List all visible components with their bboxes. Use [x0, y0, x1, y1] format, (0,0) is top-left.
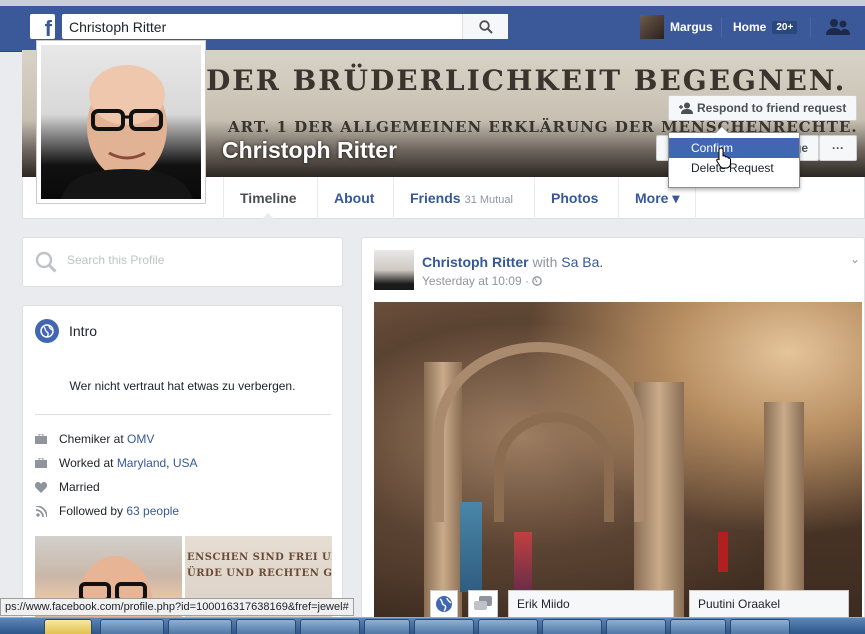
avatar: [640, 15, 664, 39]
worked-separator: ,: [166, 456, 173, 470]
taskbar-item[interactable]: [100, 619, 164, 634]
taskbar-item[interactable]: [542, 619, 602, 634]
tab-label: More ▾: [635, 190, 680, 206]
followers-text: Followed by: [59, 504, 127, 518]
tab-timeline[interactable]: Timeline: [223, 177, 313, 219]
intro-header: Intro: [35, 319, 97, 343]
taskbar-item[interactable]: [44, 619, 92, 634]
profile-name[interactable]: Christoph Ritter: [222, 137, 397, 164]
confirm-request-item[interactable]: Confirm: [669, 138, 799, 158]
intro-bio: Wer nicht vertraut hat etwas zu verberge…: [69, 379, 296, 393]
home-notification-badge: 20+: [772, 20, 798, 34]
briefcase-icon: [35, 433, 47, 445]
post-header: Christoph Ritter with Sa Ba.: [422, 254, 603, 270]
nav-profile-link[interactable]: Margus: [640, 15, 713, 39]
post-with-text: with: [528, 254, 562, 270]
friend-requests-icon[interactable]: [826, 18, 850, 39]
photo-detail: [494, 412, 614, 522]
globe-icon: [35, 319, 59, 343]
chat-icon: [474, 596, 492, 610]
facebook-logo[interactable]: f: [30, 14, 55, 39]
worked-link-maryland[interactable]: Maryland: [117, 456, 166, 470]
tab-label: Friends: [410, 190, 461, 206]
chat-messages-button[interactable]: [468, 590, 498, 618]
friend-request-dropdown: Confirm Delete Request: [668, 126, 800, 188]
mutual-friends-count: 31 Mutual: [464, 194, 513, 206]
taskbar-item[interactable]: [236, 619, 296, 634]
browser-status-url: ps://www.facebook.com/profile.php?id=100…: [0, 598, 354, 616]
tab-label: Timeline: [240, 190, 297, 206]
photo-text-line: ENSCHEN SIND FREI UND: [187, 552, 332, 563]
respond-label: Respond to friend request: [697, 101, 847, 115]
chat-tab-erik[interactable]: Erik Miido: [508, 590, 674, 618]
post-timestamp[interactable]: Yesterday at 10:09 ·: [422, 274, 543, 288]
post-author-link[interactable]: Christoph Ritter: [422, 254, 529, 270]
chat-bar: Erik Miido Puutini Oraakel: [430, 590, 865, 618]
avatar[interactable]: [374, 250, 414, 290]
cover-text-line1: DER BRÜDERLICHKEIT BEGEGNEN.: [206, 64, 847, 97]
taskbar-item[interactable]: [478, 619, 538, 634]
search-button[interactable]: [462, 14, 508, 39]
divider: [35, 414, 331, 415]
profile-picture[interactable]: [36, 40, 206, 204]
post-time-text: Yesterday at 10:09 ·: [422, 274, 533, 288]
intro-worked-row: Worked at Maryland , USA: [35, 456, 198, 470]
photo-detail: [718, 532, 728, 572]
followers-link[interactable]: 63 people: [126, 504, 179, 518]
taskbar-item[interactable]: [168, 619, 232, 634]
global-search-input[interactable]: [62, 14, 452, 39]
public-globe-icon: [532, 276, 543, 286]
globe-icon: [436, 596, 452, 612]
hand-cursor-icon: [716, 147, 731, 169]
worked-text: Worked at: [59, 456, 117, 470]
work-text: Chemiker at: [59, 432, 128, 446]
intro-work-row: Chemiker at OMV: [35, 432, 154, 446]
taskbar-item[interactable]: [414, 619, 474, 634]
more-options-button[interactable]: ···: [819, 135, 857, 161]
intro-title: Intro: [69, 323, 98, 339]
intro-relationship-row: Married: [35, 480, 100, 494]
relationship-text: Married: [59, 480, 100, 494]
nav-user-name: Margus: [670, 20, 713, 34]
add-friend-icon: [679, 102, 693, 114]
search-icon: [478, 19, 493, 34]
rss-icon: [35, 505, 47, 517]
profile-search-box: [22, 237, 343, 287]
tagged-user-link[interactable]: Sa Ba.: [561, 254, 603, 270]
chevron-down-icon[interactable]: ⌄: [850, 252, 860, 266]
profile-search-input[interactable]: [67, 253, 327, 267]
windows-taskbar: [0, 617, 865, 634]
tab-label: Photos: [551, 190, 599, 206]
heart-icon: [35, 481, 47, 493]
tab-friends[interactable]: Friends 31 Mutual: [393, 177, 529, 219]
chat-tab-puutini[interactable]: Puutini Oraakel: [689, 590, 849, 618]
briefcase-icon: [35, 457, 47, 469]
taskbar-item[interactable]: [670, 619, 726, 634]
nav-divider: [810, 17, 811, 37]
work-link[interactable]: OMV: [127, 432, 154, 446]
taskbar-item[interactable]: [300, 619, 360, 634]
post-photo[interactable]: [374, 302, 862, 634]
search-icon: [35, 251, 57, 273]
chat-globe-button[interactable]: [430, 590, 458, 618]
tab-about[interactable]: About: [317, 177, 390, 219]
photo-detail: [460, 502, 482, 592]
photo-text-line: ÜRDE UND RECHTEN GEBO: [187, 568, 332, 579]
tab-label: About: [334, 190, 375, 206]
worked-link-usa[interactable]: USA: [173, 456, 198, 470]
tab-photos[interactable]: Photos: [534, 177, 614, 219]
global-search: [62, 14, 508, 39]
taskbar-item[interactable]: [364, 619, 410, 634]
nav-divider: [721, 17, 722, 37]
profile-photo-image: [41, 45, 201, 199]
intro-card: Intro Wer nicht vertraut hat etwas zu ve…: [22, 305, 343, 634]
nav-home-link[interactable]: Home 20+: [733, 20, 798, 34]
respond-friend-request-button[interactable]: Respond to friend request: [668, 95, 857, 121]
intro-followers-row: Followed by 63 people: [35, 504, 179, 518]
delete-request-item[interactable]: Delete Request: [669, 158, 799, 178]
timeline-post: Christoph Ritter with Sa Ba. Yesterday a…: [361, 237, 865, 634]
home-label: Home: [733, 20, 767, 34]
taskbar-item[interactable]: [606, 619, 666, 634]
taskbar-item[interactable]: [730, 619, 790, 634]
